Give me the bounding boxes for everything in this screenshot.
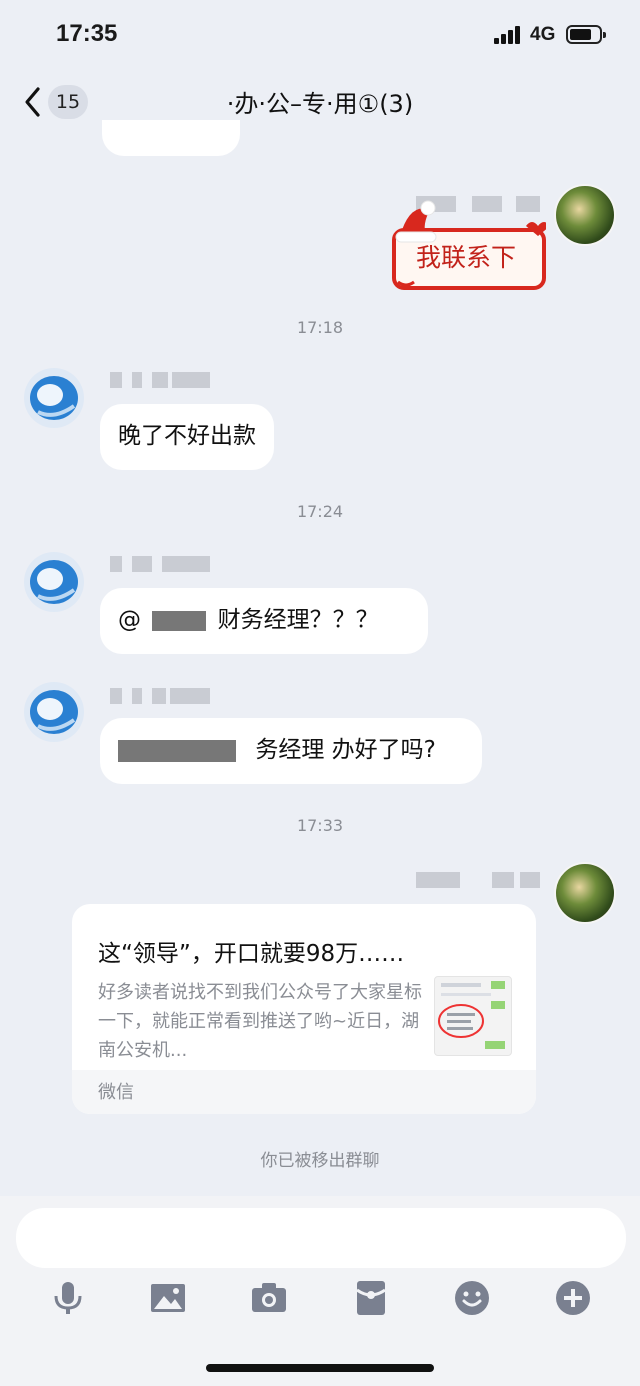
message-text: 财务经理？？？ <box>217 607 379 633</box>
message-bubble[interactable]: 晚了不好出款 <box>100 404 274 470</box>
sender-name-redacted <box>110 372 210 388</box>
timestamp: 17:33 <box>296 816 344 835</box>
timestamp: 17:24 <box>296 502 344 521</box>
sticker-message[interactable]: 我联系下 <box>386 196 550 294</box>
red-packet-icon[interactable] <box>353 1280 389 1316</box>
avatar[interactable] <box>24 552 84 612</box>
card-source: 微信 <box>98 1082 134 1103</box>
emoji-icon[interactable] <box>454 1280 490 1316</box>
blue-logo-icon <box>30 376 78 420</box>
timestamp: 17:18 <box>296 318 344 337</box>
redacted-mention <box>118 739 236 762</box>
card-description: 好多读者说找不到我们公众号了大家星标一下，就能正常看到推送了哟~近日，湖南公安机… <box>98 982 422 1061</box>
network-type: 4G <box>530 24 556 45</box>
mention-symbol: @ <box>118 607 141 633</box>
blue-logo-icon <box>30 560 78 604</box>
message-bubble[interactable]: @ 财务经理？？？ <box>100 588 428 654</box>
camera-icon[interactable] <box>251 1280 287 1316</box>
home-indicator[interactable] <box>206 1364 434 1372</box>
message-bubble[interactable]: 务经理 办好了吗? <box>100 718 482 784</box>
avatar[interactable] <box>24 682 84 742</box>
sender-name-redacted <box>416 872 540 888</box>
microphone-icon[interactable] <box>50 1280 86 1316</box>
avatar[interactable] <box>554 862 616 924</box>
message-bubble-partial <box>102 120 240 156</box>
message-text: 务经理 办好了吗? <box>255 737 436 763</box>
battery-icon <box>566 25 606 44</box>
sender-name-redacted <box>110 688 210 704</box>
image-icon[interactable] <box>150 1280 186 1316</box>
system-notice: 你已被移出群聊 <box>260 1151 380 1171</box>
chat-title: ·办·公–专·用①(3) <box>226 90 414 118</box>
message-input[interactable] <box>16 1208 626 1268</box>
redacted-mention <box>152 610 207 631</box>
card-footer: 微信 <box>72 1070 536 1114</box>
chat-screenshot-thumbnail-icon <box>438 981 505 1049</box>
blue-logo-icon <box>30 690 78 734</box>
card-thumbnail <box>434 976 512 1056</box>
signal-icon <box>494 26 522 44</box>
plus-icon[interactable] <box>555 1280 591 1316</box>
sticker-text: 我联系下 <box>416 243 517 272</box>
link-card-message[interactable]: 这“领导”，开口就要98万…… 好多读者说找不到我们公众号了大家星标一下，就能正… <box>72 904 536 1114</box>
avatar[interactable] <box>24 368 84 428</box>
status-time: 17:35 <box>56 20 118 47</box>
sender-name-redacted <box>110 556 210 572</box>
avatar[interactable] <box>554 184 616 246</box>
card-title: 这“领导”，开口就要98万…… <box>98 941 405 967</box>
